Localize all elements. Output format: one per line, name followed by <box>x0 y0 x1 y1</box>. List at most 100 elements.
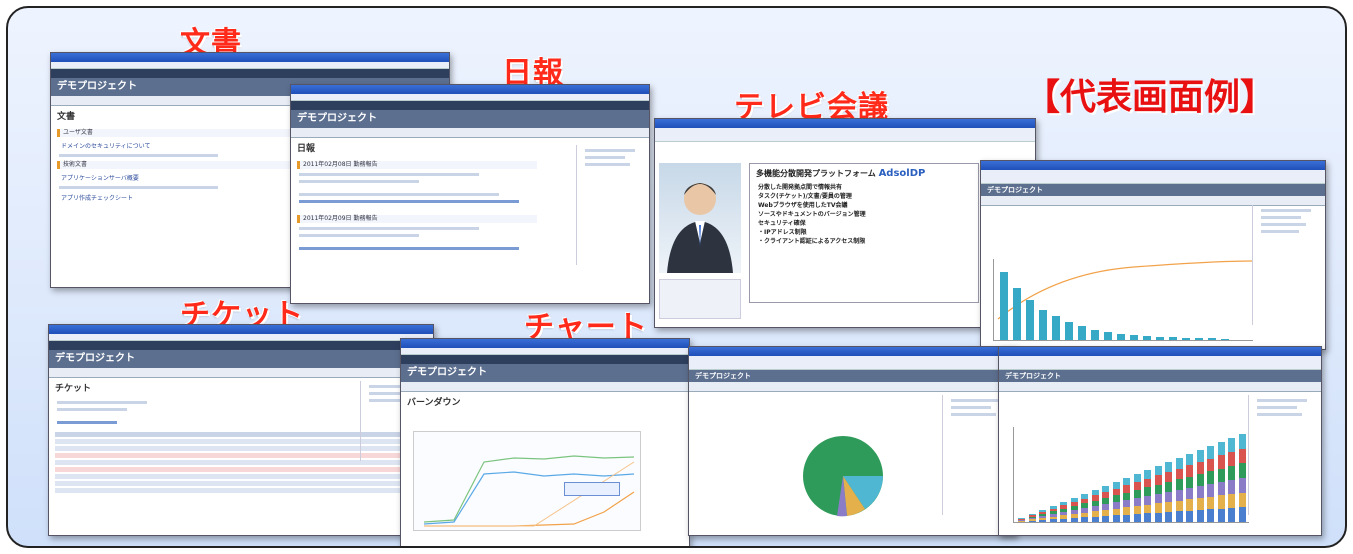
stacked-segment <box>1070 502 1078 506</box>
side-menu <box>1248 395 1318 515</box>
window-titlebar[interactable] <box>999 347 1321 356</box>
browser-toolbar <box>655 128 1035 142</box>
project-tabs <box>49 368 433 378</box>
table-row[interactable] <box>55 488 427 493</box>
window-titlebar[interactable] <box>401 339 689 348</box>
sidebar-line <box>1261 223 1306 226</box>
stacked-segment <box>1133 506 1141 514</box>
filter-line <box>57 401 147 404</box>
window-titlebar[interactable] <box>49 325 433 334</box>
pie-chart-window: デモプロジェクト <box>688 346 1016 536</box>
shared-slide: 多機能分散開発プラットフォーム AdsolDP 分散した開発拠点間で情報共有 タ… <box>749 163 979 303</box>
stacked-segment <box>1207 509 1214 522</box>
stacked-segment <box>1217 455 1225 469</box>
stacked-segment <box>1028 519 1036 521</box>
stacked-segment <box>1144 504 1151 514</box>
stacked-segment <box>1049 506 1057 509</box>
stacked-segment <box>1091 506 1099 512</box>
stacked-segment <box>1070 498 1078 502</box>
pareto-bar <box>1078 326 1086 340</box>
stacked-segment <box>1081 508 1088 513</box>
pareto-bar <box>1091 330 1099 340</box>
stacked-segment <box>1175 479 1183 490</box>
stacked-segment <box>1186 454 1193 466</box>
window-titlebar[interactable] <box>291 85 649 94</box>
stacked-segment <box>1018 520 1025 521</box>
stacked-segment <box>1060 515 1067 519</box>
stacked-segment <box>1217 495 1225 509</box>
sidebar-line <box>951 406 991 409</box>
daily-entry-2[interactable]: 2011年02月09日 勤務報告 <box>297 215 537 223</box>
window-titlebar[interactable] <box>51 53 449 62</box>
sidebar-line <box>951 413 996 416</box>
stacked-segment <box>1039 518 1046 520</box>
stacked-segment <box>1186 476 1193 488</box>
stacked-segment <box>1039 512 1046 514</box>
table-row[interactable] <box>55 474 427 479</box>
stacked-segment <box>1091 511 1099 517</box>
stacked-segment <box>1175 468 1183 480</box>
feature-item: ・IPアドレス制限 <box>758 229 807 236</box>
stacked-segment <box>1060 512 1067 516</box>
brand-name: AdsolDP <box>878 168 926 179</box>
stacked-segment <box>1207 471 1214 484</box>
pareto-bar <box>1156 337 1164 340</box>
stacked-segment <box>1060 505 1067 509</box>
stacked-segment <box>1154 503 1162 513</box>
pie-chart <box>803 436 883 517</box>
stacked-segment <box>1186 465 1193 477</box>
window-titlebar[interactable] <box>655 119 1035 128</box>
stacked-segment <box>1196 486 1204 498</box>
stacked-segment <box>1028 514 1036 516</box>
stacked-segment <box>1060 508 1067 512</box>
tv-window: 多機能分散開発プラットフォーム AdsolDP 分散した開発拠点間で情報共有 タ… <box>654 118 1036 328</box>
stacked-segment <box>1144 478 1151 488</box>
stacked-plot <box>1013 427 1249 523</box>
stacked-segment <box>1102 498 1109 504</box>
stacked-segment <box>1123 500 1130 508</box>
stacked-segment <box>1102 510 1109 516</box>
stacked-segment <box>1123 478 1130 486</box>
stacked-segment <box>1154 475 1162 485</box>
daily-entry-1[interactable]: 2011年02月08日 勤務報告 <box>297 161 537 169</box>
chat-panel[interactable] <box>659 279 741 319</box>
pareto-chart-window: デモプロジェクト <box>980 160 1326 350</box>
sidebar-line <box>1261 216 1301 219</box>
stacked-segment <box>1123 492 1130 500</box>
page-heading: バーンダウン <box>407 398 461 408</box>
comment-line <box>299 200 519 203</box>
project-tabs <box>689 382 1015 392</box>
stacked-segment <box>1165 492 1172 502</box>
table-row[interactable] <box>55 467 427 472</box>
stacked-segment <box>1049 516 1057 520</box>
person-icon <box>667 183 733 273</box>
stacked-segment <box>1228 508 1235 522</box>
entry-line <box>299 173 479 176</box>
stacked-segment <box>1112 495 1120 502</box>
project-title: デモプロジェクト <box>401 364 689 382</box>
ticket-window: デモプロジェクト チケット <box>48 324 434 536</box>
stacked-segment <box>1039 510 1046 512</box>
stacked-segment <box>1175 458 1183 469</box>
window-titlebar[interactable] <box>981 161 1325 170</box>
stacked-segment <box>1154 466 1162 476</box>
stacked-segment <box>1165 472 1172 482</box>
table-row[interactable] <box>55 481 427 486</box>
stacked-segment <box>1081 494 1088 499</box>
feature-item: ソースやドキュメントのバージョン管理 <box>758 211 866 218</box>
filter-line <box>57 408 127 411</box>
stacked-segment <box>1091 500 1099 506</box>
window-titlebar[interactable] <box>689 347 1015 356</box>
stacked-segment <box>1091 495 1099 501</box>
apply-links[interactable] <box>57 421 117 424</box>
stacked-segment <box>1112 488 1120 496</box>
stacked-segment <box>1238 478 1246 493</box>
stacked-segment <box>1018 520 1025 522</box>
pareto-bar <box>1195 338 1203 340</box>
stacked-segment <box>1144 496 1151 505</box>
slide-title: 【代表画面例】 <box>1024 77 1277 118</box>
stacked-segment <box>1217 442 1225 456</box>
stacked-segment <box>1196 450 1204 462</box>
stacked-segment <box>1165 462 1172 472</box>
stacked-segment <box>1081 512 1088 518</box>
